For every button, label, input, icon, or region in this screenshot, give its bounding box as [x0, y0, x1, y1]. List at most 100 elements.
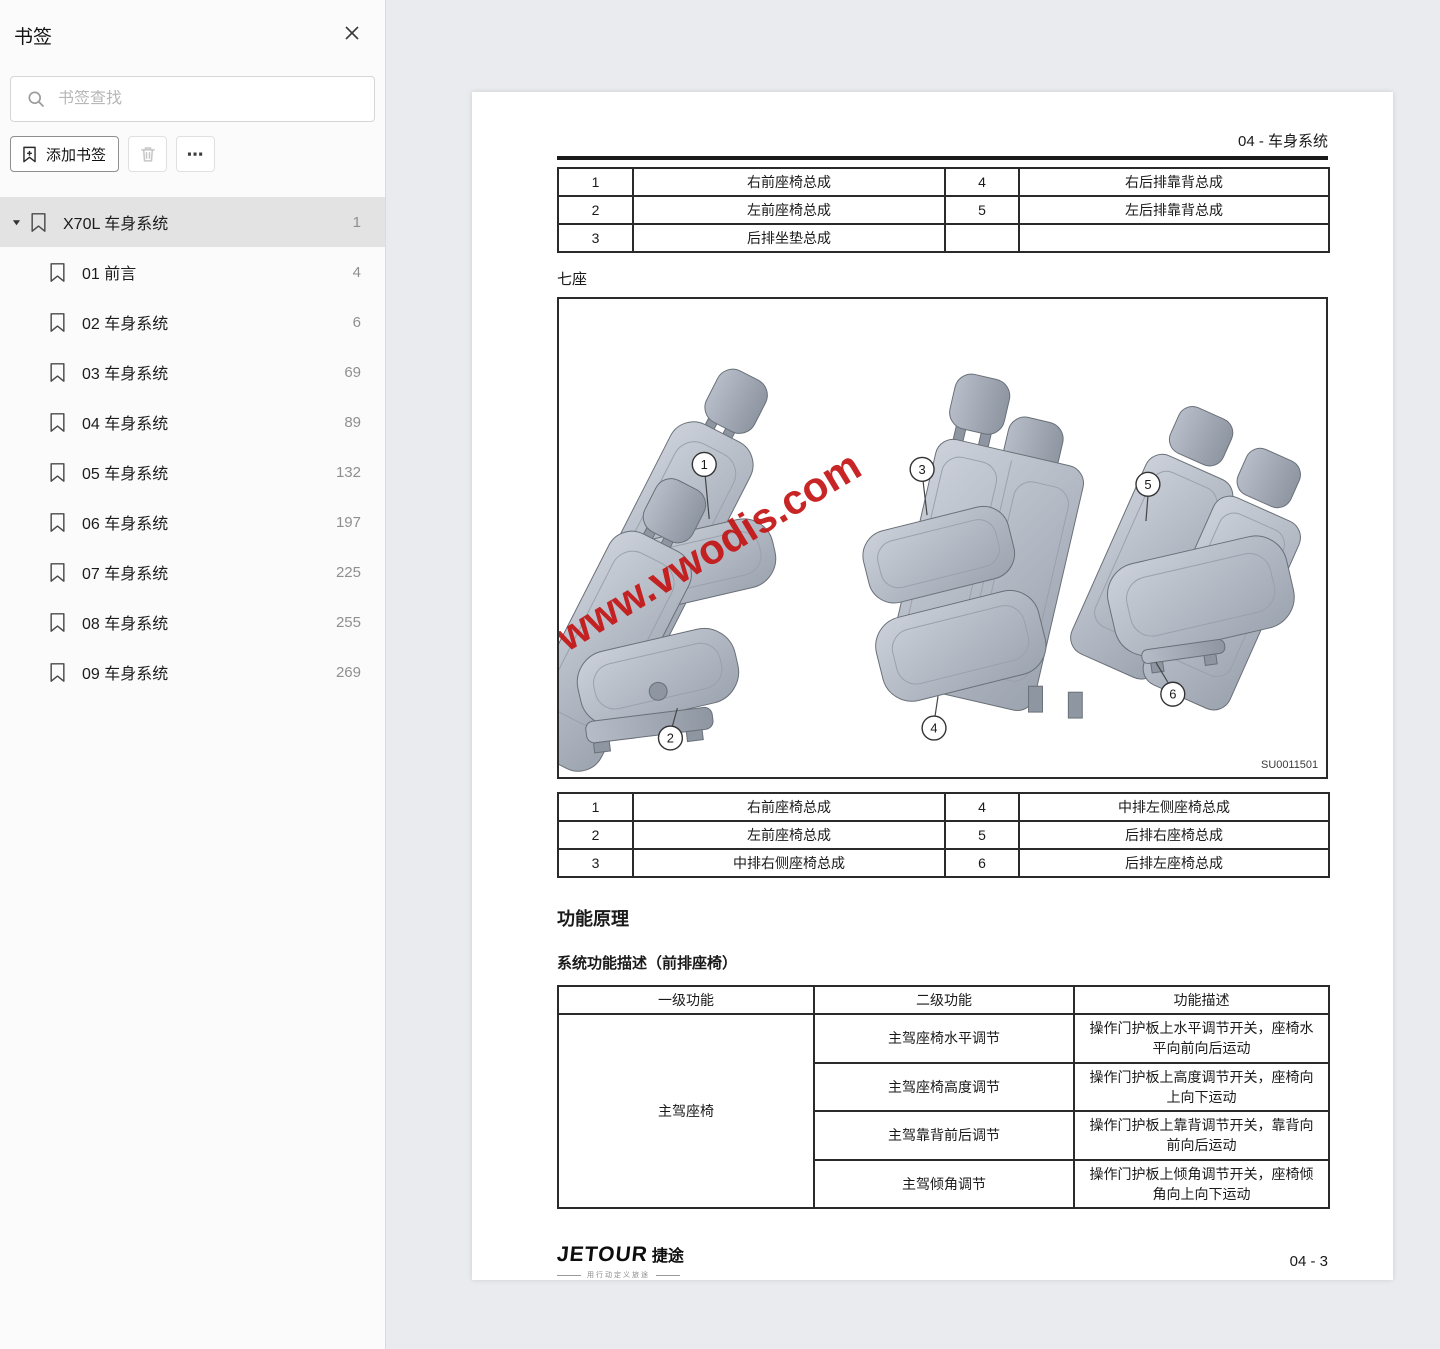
bookmark-icon	[48, 262, 67, 283]
trash-icon	[138, 144, 158, 164]
panel-title: 书签	[14, 22, 52, 49]
jetour-logo: JETOUR 捷途 用行动定义旅途	[557, 1242, 684, 1280]
bookmark-icon	[48, 462, 67, 483]
bookmark-page: 1	[353, 214, 361, 231]
table-cell: 右前座椅总成	[633, 793, 945, 821]
bookmark-page: 269	[336, 664, 361, 681]
table-cell: 操作门护板上靠背调节开关，靠背向前向后运动	[1074, 1111, 1329, 1160]
table-cell: 3	[558, 224, 633, 252]
table-row: 3 中排右侧座椅总成 6 后排左座椅总成	[558, 849, 1329, 877]
bookmark-icon	[48, 412, 67, 433]
seat-figure: 1 2 3 4 5 6 www.vwodis.com SU0011501	[557, 297, 1328, 779]
bookmark-page: 89	[344, 414, 361, 431]
table-cell: 右后排靠背总成	[1019, 168, 1329, 196]
bookmark-label: 01 前言	[82, 260, 353, 284]
table-row: 2 左前座椅总成 5 后排右座椅总成	[558, 821, 1329, 849]
add-bookmark-button[interactable]: 添加书签	[10, 136, 119, 172]
table-cell	[945, 224, 1019, 252]
bookmark-page: 225	[336, 564, 361, 581]
logo-text: JETOUR	[556, 1243, 649, 1267]
table-row: 1 右前座椅总成 4 右后排靠背总成	[558, 168, 1329, 196]
bookmark-item-root[interactable]: X70L 车身系统 1	[0, 197, 385, 247]
table-cell: 左后排靠背总成	[1019, 196, 1329, 224]
add-bookmark-icon	[20, 145, 39, 164]
bookmark-item-08[interactable]: 08 车身系统 255	[0, 597, 385, 647]
bookmark-label: 05 车身系统	[82, 460, 336, 484]
bookmark-item-09[interactable]: 09 车身系统 269	[0, 647, 385, 697]
column-header: 二级功能	[814, 986, 1074, 1014]
logo-cn-text: 捷途	[652, 1242, 684, 1266]
bookmarks-toolbar: 添加书签 ⋯	[10, 136, 375, 172]
callout-6: 6	[1161, 682, 1185, 706]
table-cell: 操作门护板上高度调节开关，座椅向上向下运动	[1074, 1063, 1329, 1112]
seven-seat-parts-table: 1 右前座椅总成 4 中排左侧座椅总成 2 左前座椅总成 5 后排右座椅总成 3…	[557, 792, 1330, 878]
bookmark-icon	[48, 612, 67, 633]
table-row: 1 右前座椅总成 4 中排左侧座椅总成	[558, 793, 1329, 821]
bookmark-item-06[interactable]: 06 车身系统 197	[0, 497, 385, 547]
search-input[interactable]	[58, 90, 374, 108]
table-header-row: 一级功能 二级功能 功能描述	[558, 986, 1329, 1014]
bookmark-page: 6	[353, 314, 361, 331]
svg-text:4: 4	[930, 720, 937, 735]
table-cell: 中排右侧座椅总成	[633, 849, 945, 877]
bookmark-item-01[interactable]: 01 前言 4	[0, 247, 385, 297]
bookmark-icon	[48, 562, 67, 583]
table-row: 3 后排坐垫总成	[558, 224, 1329, 252]
bookmark-item-02[interactable]: 02 车身系统 6	[0, 297, 385, 347]
table-cell: 4	[945, 793, 1019, 821]
svg-text:2: 2	[667, 730, 674, 745]
bookmark-item-03[interactable]: 03 车身系统 69	[0, 347, 385, 397]
bookmark-item-05[interactable]: 05 车身系统 132	[0, 447, 385, 497]
chapter-header: 04 - 车身系统	[557, 92, 1328, 151]
table-cell: 主驾倾角调节	[814, 1160, 1074, 1209]
close-icon[interactable]	[341, 22, 363, 44]
tagline-rule-right	[656, 1275, 680, 1276]
tagline-rule-left	[557, 1275, 581, 1276]
bookmarks-panel-header: 书签	[0, 0, 385, 64]
more-options-button[interactable]: ⋯	[176, 136, 215, 172]
callout-1: 1	[692, 452, 716, 476]
delete-bookmark-button[interactable]	[128, 136, 167, 172]
figure-label: 七座	[557, 268, 1328, 289]
bookmark-page: 255	[336, 614, 361, 631]
function-table: 一级功能 二级功能 功能描述 主驾座椅 主驾座椅水平调节 操作门护板上水平调节开…	[557, 985, 1330, 1209]
bookmark-icon	[48, 662, 67, 683]
caret-down-icon[interactable]	[12, 218, 29, 227]
bookmark-label: 06 车身系统	[82, 510, 336, 534]
table-cell: 主驾靠背前后调节	[814, 1111, 1074, 1160]
document-viewer[interactable]: 04 - 车身系统 1 右前座椅总成 4 右后排靠背总成 2 左前座椅总成 5 …	[386, 0, 1440, 1349]
bookmark-search	[10, 76, 375, 122]
column-header: 一级功能	[558, 986, 814, 1014]
search-icon	[26, 89, 46, 109]
table-cell: 1	[558, 793, 633, 821]
logo-tagline: 用行动定义旅途	[557, 1270, 684, 1280]
table-cell: 操作门护板上水平调节开关，座椅水平向前向后运动	[1074, 1014, 1329, 1063]
svg-text:1: 1	[701, 457, 708, 472]
table-cell: 主驾座椅高度调节	[814, 1063, 1074, 1112]
bookmarks-panel: 书签 添加书签	[0, 0, 386, 1349]
table-cell: 后排坐垫总成	[633, 224, 945, 252]
section-title: 功能原理	[557, 905, 1328, 931]
bookmark-page: 69	[344, 364, 361, 381]
table-cell: 操作门护板上倾角调节开关，座椅倾角向上向下运动	[1074, 1160, 1329, 1209]
table-cell: 3	[558, 849, 633, 877]
table-cell: 左前座椅总成	[633, 196, 945, 224]
bookmark-item-04[interactable]: 04 车身系统 89	[0, 397, 385, 447]
function-group-cell: 主驾座椅	[558, 1014, 814, 1208]
bookmark-icon	[48, 312, 67, 333]
bookmark-label: 09 车身系统	[82, 660, 336, 684]
table-cell: 4	[945, 168, 1019, 196]
callout-5: 5	[1136, 472, 1160, 496]
table-cell: 后排右座椅总成	[1019, 821, 1329, 849]
column-header: 功能描述	[1074, 986, 1329, 1014]
table-cell: 5	[945, 196, 1019, 224]
svg-text:6: 6	[1169, 687, 1176, 702]
bookmark-item-07[interactable]: 07 车身系统 225	[0, 547, 385, 597]
page-number: 04 - 3	[1290, 1253, 1328, 1270]
more-options-label: ⋯	[187, 146, 205, 163]
table-cell: 6	[945, 849, 1019, 877]
bookmark-label: 04 车身系统	[82, 410, 344, 434]
table-cell: 1	[558, 168, 633, 196]
pdf-reader-app: 书签 添加书签	[0, 0, 1440, 1349]
tagline-text: 用行动定义旅途	[587, 1270, 650, 1280]
